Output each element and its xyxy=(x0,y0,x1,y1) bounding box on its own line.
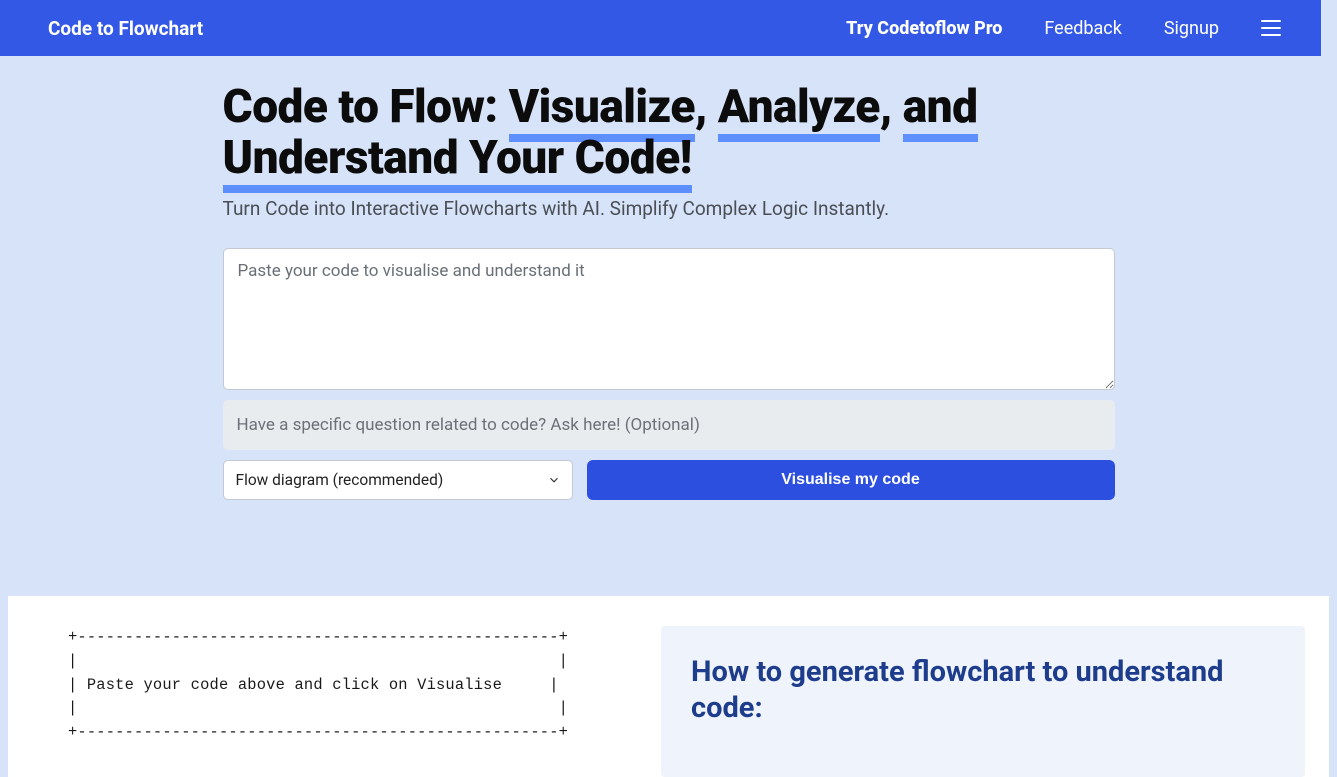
hero-dec: and xyxy=(903,80,978,142)
diagram-select[interactable]: Flow diagram (recommended) xyxy=(223,460,573,500)
try-pro-link[interactable]: Try Codetoflow Pro xyxy=(846,18,1002,39)
nav-right: Try Codetoflow Pro Feedback Signup xyxy=(846,18,1281,39)
diagram-select-wrap: Flow diagram (recommended) xyxy=(223,460,573,500)
brand-title[interactable]: Code to Flowchart xyxy=(48,17,203,40)
form-row: Flow diagram (recommended) Visualise my … xyxy=(223,460,1115,500)
hero: Code to Flow: Visualize, Analyze, and Un… xyxy=(219,82,1119,220)
navbar: Code to Flowchart Try Codetoflow Pro Fee… xyxy=(0,0,1321,56)
hero-subtitle: Turn Code into Interactive Flowcharts wi… xyxy=(223,197,1115,220)
signup-link[interactable]: Signup xyxy=(1164,18,1219,39)
hero-title: Code to Flow: Visualize, Analyze, and Un… xyxy=(223,82,1115,183)
feedback-link[interactable]: Feedback xyxy=(1044,18,1121,39)
form-area: Flow diagram (recommended) Visualise my … xyxy=(219,248,1119,500)
hero-dec: Understand Your Code! xyxy=(223,131,692,193)
code-input[interactable] xyxy=(223,248,1115,390)
hero-dec: Analyze xyxy=(718,80,880,142)
question-input[interactable] xyxy=(223,400,1115,450)
how-title: How to generate flowchart to understand … xyxy=(691,654,1275,727)
hero-text: , xyxy=(880,80,903,134)
ascii-preview: +---------------------------------------… xyxy=(8,626,568,745)
hero-text: Code to Flow: xyxy=(223,80,509,134)
lower-panel: +---------------------------------------… xyxy=(8,596,1329,777)
visualise-button[interactable]: Visualise my code xyxy=(587,460,1115,500)
hero-text: , xyxy=(695,80,718,134)
hamburger-icon[interactable] xyxy=(1261,20,1281,36)
how-box: How to generate flowchart to understand … xyxy=(661,626,1305,777)
